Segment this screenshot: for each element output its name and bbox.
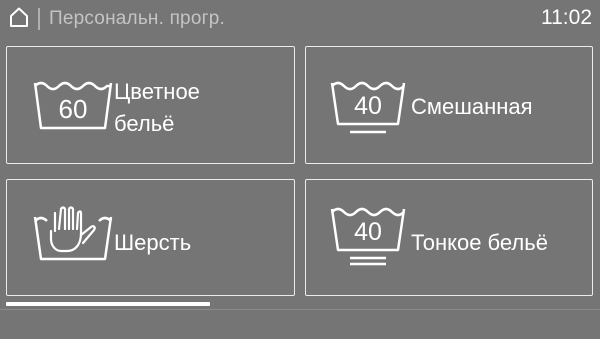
home-icon[interactable] xyxy=(8,6,30,28)
program-tile-wool[interactable]: Шерсть xyxy=(6,179,295,296)
program-tile-mixed[interactable]: 40 Смешанная xyxy=(305,46,593,164)
program-label: Тонкое бельё xyxy=(411,230,548,255)
header-separator xyxy=(38,8,40,30)
hand-wash-icon xyxy=(33,206,113,261)
program-label: Шерсть xyxy=(114,230,192,255)
top-bar: Персональн. прогр. 11:02 xyxy=(0,0,600,38)
scroll-thumb[interactable] xyxy=(6,302,210,306)
clock: 11:02 xyxy=(541,6,592,29)
temperature-label: 40 xyxy=(354,218,382,246)
wash-40-delicate-icon: 40 xyxy=(330,207,406,266)
program-tile-delicate[interactable]: 40 Тонкое бельё xyxy=(305,179,593,296)
temperature-label: 40 xyxy=(354,92,382,120)
program-label-line1: Цветное xyxy=(114,79,200,104)
wash-60-icon: 60 xyxy=(33,81,113,130)
temperature-label: 60 xyxy=(59,94,88,124)
program-tile-colored[interactable]: 60 Цветное бельё xyxy=(6,46,295,164)
bottom-divider xyxy=(0,309,600,310)
program-label: Смешанная xyxy=(411,94,533,119)
page-title: Персональн. прогр. xyxy=(49,8,225,29)
program-label-line2: бельё xyxy=(114,111,175,136)
wash-40-permanent-press-icon: 40 xyxy=(330,81,406,134)
